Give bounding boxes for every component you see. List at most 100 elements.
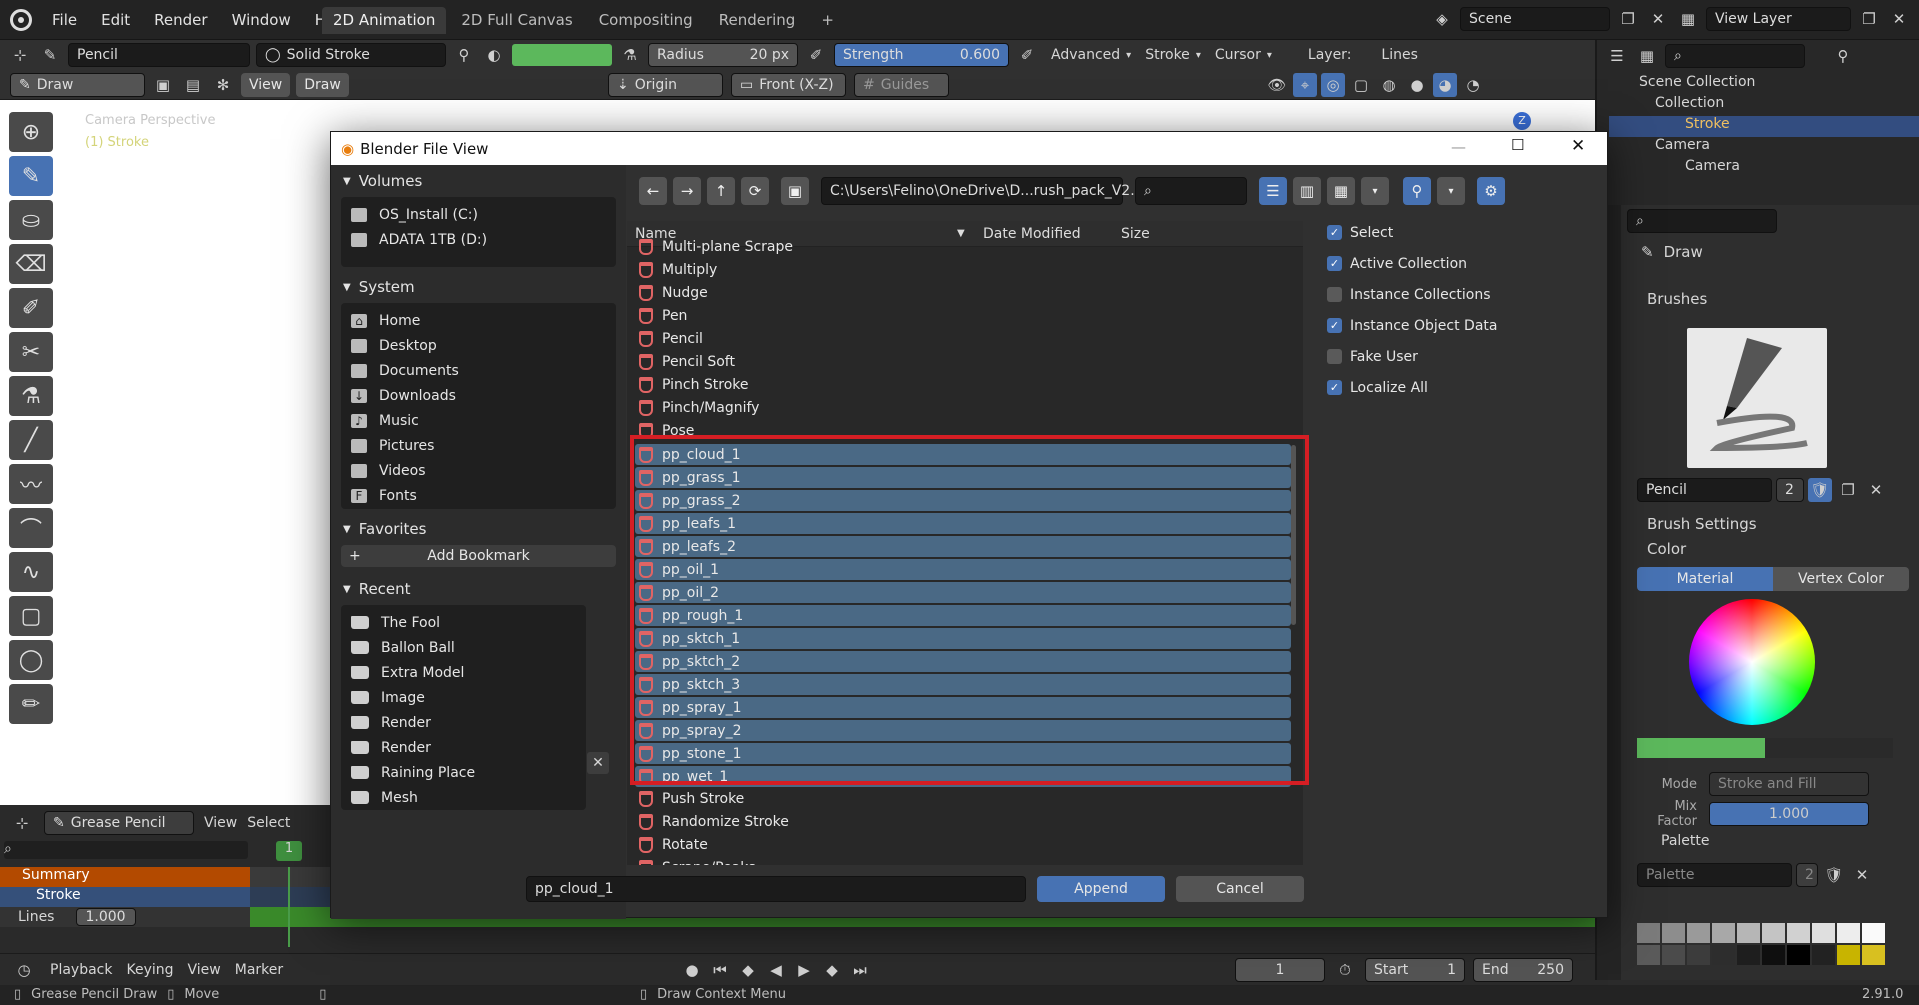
system-item-documents[interactable]: Documents xyxy=(341,358,616,383)
snow-icon[interactable]: ✻ xyxy=(211,73,235,97)
rendered-shading-icon[interactable]: ◔ xyxy=(1461,73,1485,97)
eyedropper-icon[interactable]: ⚗ xyxy=(618,43,642,67)
lines-channel[interactable]: Lines 1.000 xyxy=(0,907,250,927)
palette-swatch[interactable] xyxy=(1862,945,1885,965)
parent-directory-icon[interactable]: ↑ xyxy=(707,177,735,205)
layers-icon[interactable]: ▤ xyxy=(181,73,205,97)
mix-factor-field[interactable]: 1.000 xyxy=(1709,802,1869,826)
file-item[interactable]: pp_cloud_1 xyxy=(635,444,1291,465)
palette-datablock-field[interactable]: Palette xyxy=(1637,863,1792,887)
play-icon[interactable]: ▶ xyxy=(792,958,816,982)
system-header[interactable]: ▼ System xyxy=(331,271,626,303)
file-item[interactable]: Pinch/Magnify xyxy=(627,396,1303,419)
keying-menu[interactable]: Keying xyxy=(126,962,173,978)
append-button[interactable]: Append xyxy=(1037,876,1165,902)
palette-fake-user-icon[interactable]: 🛡 xyxy=(1822,863,1846,887)
preview-range-icon[interactable]: ⏱ xyxy=(1333,958,1357,982)
palette-swatch[interactable] xyxy=(1687,923,1710,943)
palette-swatch[interactable] xyxy=(1812,923,1835,943)
annotate-tool-icon[interactable]: ✏ xyxy=(9,684,53,724)
mode-dropdown-color[interactable]: Stroke and Fill xyxy=(1709,772,1869,796)
jump-end-icon[interactable]: ⏭ xyxy=(848,958,872,982)
palette-swatch[interactable] xyxy=(1837,945,1860,965)
file-item[interactable]: Pinch Stroke xyxy=(627,373,1303,396)
vertex-color-tab[interactable]: Vertex Color xyxy=(1773,567,1909,591)
file-item[interactable]: Rotate xyxy=(627,833,1303,856)
timeline-search-field[interactable]: ⌕ xyxy=(4,841,248,859)
forward-icon[interactable]: → xyxy=(673,177,701,205)
file-item[interactable]: pp_grass_2 xyxy=(635,490,1291,511)
system-item-fonts[interactable]: F Fonts xyxy=(341,483,616,508)
summary-channel[interactable]: Summary xyxy=(0,867,250,887)
radius-field[interactable]: Radius 20 px xyxy=(648,43,798,67)
view-layer-field[interactable]: View Layer xyxy=(1706,7,1851,31)
palette-swatch[interactable] xyxy=(1712,923,1735,943)
palette-swatch[interactable] xyxy=(1762,923,1785,943)
outliner-camera-object[interactable]: Camera xyxy=(1609,137,1919,158)
brush-preview-image[interactable] xyxy=(1687,328,1827,468)
recent-item[interactable]: Render xyxy=(341,710,586,735)
outliner-filter-icon[interactable]: ⚲ xyxy=(1831,44,1855,68)
brushes-panel-header[interactable]: Brushes xyxy=(1647,290,1707,308)
prev-keyframe-icon[interactable]: ◆ xyxy=(736,958,760,982)
recent-item[interactable]: The Fool xyxy=(341,610,586,635)
palette-swatch[interactable] xyxy=(1662,923,1685,943)
display-mode-icon[interactable]: ▦ xyxy=(1635,44,1659,68)
overlays-icon[interactable]: ◎ xyxy=(1321,73,1345,97)
outliner-search-field[interactable]: ⌕ xyxy=(1665,44,1805,68)
file-search-field[interactable]: ⌕ xyxy=(1135,177,1247,205)
file-item[interactable]: Nudge xyxy=(627,281,1303,304)
duplicate-brush-icon[interactable]: ❐ xyxy=(1836,478,1860,502)
advanced-dropdown[interactable]: Advanced xyxy=(1051,47,1120,63)
column-size[interactable]: Size xyxy=(1097,226,1150,242)
next-keyframe-icon[interactable]: ◆ xyxy=(820,958,844,982)
front-dropdown[interactable]: ▭ Front (X-Z) xyxy=(731,73,846,97)
add-workspace-button[interactable]: + xyxy=(810,7,845,34)
filter-settings-icon[interactable]: ▾ xyxy=(1437,177,1465,205)
palette-swatch[interactable] xyxy=(1737,923,1760,943)
file-item[interactable]: Pencil xyxy=(627,327,1303,350)
stroke-channel[interactable]: Stroke xyxy=(0,887,250,907)
curve-tool-icon[interactable]: ∿ xyxy=(9,552,53,592)
xray-icon[interactable]: ▢ xyxy=(1349,73,1373,97)
volume-item[interactable]: OS_Install (C:) xyxy=(341,202,616,227)
palette-swatch[interactable] xyxy=(1712,945,1735,965)
file-item[interactable]: pp_spray_2 xyxy=(635,720,1291,741)
view-object-types-icon[interactable]: 👁 xyxy=(1265,73,1289,97)
z-axis-gizmo[interactable]: Z xyxy=(1513,112,1531,130)
file-item[interactable]: Multiply xyxy=(627,258,1303,281)
dialog-titlebar[interactable]: ◉ Blender File View — ☐ ✕ xyxy=(331,132,1607,165)
tab-rendering[interactable]: Rendering xyxy=(708,7,807,34)
origin-dropdown[interactable]: ⇣ Origin xyxy=(608,73,723,97)
palette-swatch[interactable] xyxy=(1837,923,1860,943)
outliner-collection[interactable]: Collection xyxy=(1609,95,1919,116)
color-value-slider[interactable] xyxy=(1637,738,1893,758)
checkbox[interactable] xyxy=(1327,349,1342,364)
system-item-pictures[interactable]: Pictures xyxy=(341,433,616,458)
system-item-downloads[interactable]: ↓ Downloads xyxy=(341,383,616,408)
palette-swatch[interactable] xyxy=(1662,945,1685,965)
color-wheel[interactable] xyxy=(1689,599,1815,725)
new-folder-icon[interactable]: ▣ xyxy=(781,177,809,205)
cursor-tool-icon[interactable]: ⊕ xyxy=(9,112,53,152)
stroke-dropdown[interactable]: Stroke xyxy=(1145,47,1190,63)
jump-start-icon[interactable]: ⏮ xyxy=(708,958,732,982)
close-icon[interactable]: ✕ xyxy=(1571,136,1585,156)
remove-view-layer-icon[interactable]: ✕ xyxy=(1887,7,1911,31)
file-item[interactable]: pp_leafs_1 xyxy=(635,513,1291,534)
file-item[interactable]: pp_oil_1 xyxy=(635,559,1291,580)
file-item[interactable]: pp_spray_1 xyxy=(635,697,1291,718)
palette-swatch[interactable] xyxy=(1787,945,1810,965)
pressure-strength-icon[interactable]: ✐ xyxy=(1015,43,1039,67)
remove-scene-icon[interactable]: ✕ xyxy=(1646,7,1670,31)
sort-icon[interactable]: ▼ xyxy=(957,228,975,239)
thumbnails-icon[interactable]: ▦ xyxy=(1327,177,1355,205)
option-localize-all[interactable]: ✓ Localize All xyxy=(1315,372,1609,403)
back-icon[interactable]: ← xyxy=(639,177,667,205)
file-item[interactable]: pp_wet_1 xyxy=(635,766,1291,787)
palette-swatch[interactable] xyxy=(1637,923,1660,943)
grease-pencil-mode-dropdown[interactable]: ✎ Grease Pencil xyxy=(44,811,194,835)
fill-tool-icon[interactable]: ⛀ xyxy=(9,200,53,240)
tab-2d-full-canvas[interactable]: 2D Full Canvas xyxy=(450,7,583,34)
palette-swatch[interactable] xyxy=(1737,945,1760,965)
